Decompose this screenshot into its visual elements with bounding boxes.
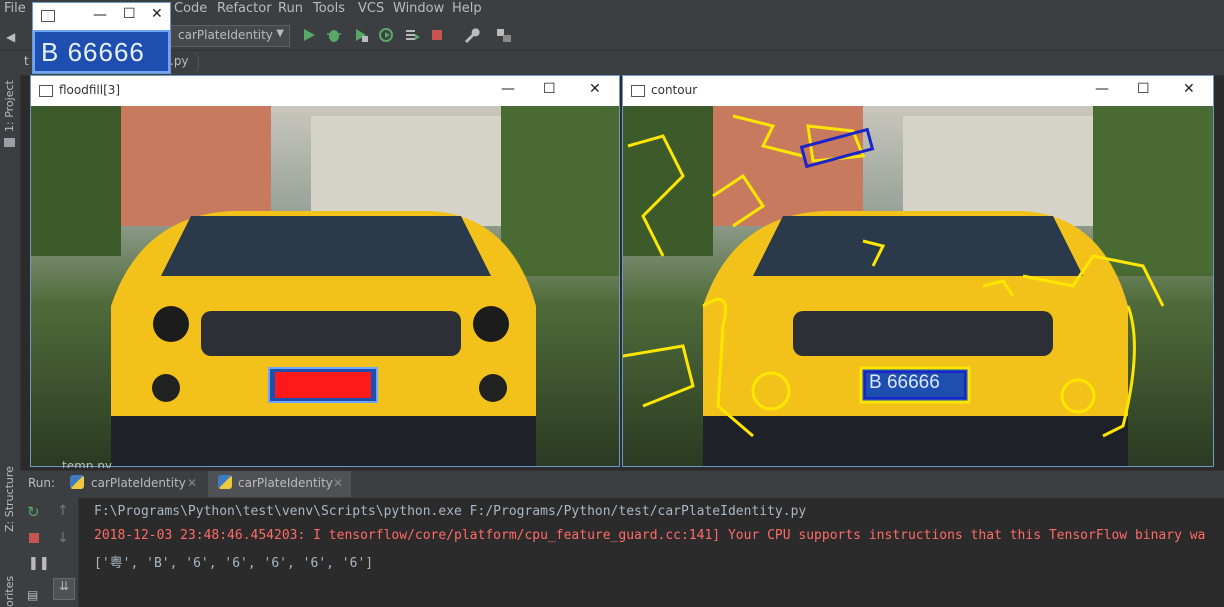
profile-icon[interactable] [377, 26, 395, 44]
floodfill-title: floodfill[3] [59, 83, 121, 97]
run-config-select[interactable]: carPlateIdentity ▼ [170, 25, 290, 47]
close-icon[interactable]: ✕ [589, 81, 601, 97]
maximize-icon[interactable]: ☐ [543, 81, 556, 97]
minimize-icon[interactable]: — [501, 81, 515, 97]
maximize-icon[interactable]: ☐ [1137, 81, 1150, 97]
contour-image: B 66666 [623, 106, 1213, 466]
floodfill-mask [275, 372, 371, 398]
run-tab-1[interactable]: carPlateIdentity [91, 476, 186, 490]
window-icon [631, 85, 645, 97]
behind-window-text: temp.py [62, 460, 112, 468]
console-line-warning: 2018-12-03 23:48:46.454203: I tensorflow… [94, 528, 1206, 543]
menu-tools[interactable]: Tools [313, 1, 345, 16]
menu-code[interactable]: Code [174, 1, 207, 16]
plate-text: B 66666 [41, 37, 145, 67]
minimize-icon[interactable]: — [93, 7, 107, 23]
python-icon [70, 475, 84, 489]
rerun-icon[interactable]: ↻ [27, 503, 40, 521]
menu-bar: File Code Refactor Run Tools VCS Window … [0, 0, 1224, 20]
menu-file[interactable]: File [4, 1, 26, 16]
close-icon[interactable]: ✕ [187, 476, 197, 490]
menu-refactor[interactable]: Refactor [217, 1, 272, 16]
contour-photo [623, 106, 1213, 466]
menu-run[interactable]: Run [278, 1, 303, 16]
favorites-tool-tab[interactable]: orites [3, 576, 16, 607]
menu-help[interactable]: Help [452, 1, 482, 16]
stop-icon[interactable] [29, 533, 39, 543]
plate-window-titlebar[interactable]: — ☐ ✕ [33, 3, 170, 29]
close-icon[interactable]: ✕ [333, 476, 343, 490]
console-line-command: F:\Programs\Python\test\venv\Scripts\pyt… [94, 504, 807, 519]
floodfill-image [31, 106, 619, 466]
python-icon [218, 475, 232, 489]
menu-window[interactable]: Window [393, 1, 444, 16]
minimize-icon[interactable]: — [1095, 81, 1109, 97]
folder-icon [4, 138, 15, 147]
editor-tab[interactable]: .py [170, 54, 189, 68]
contour-title: contour [651, 83, 698, 97]
wrench-icon[interactable] [462, 26, 480, 44]
window-icon [39, 85, 53, 97]
arrow-up-icon[interactable]: ↑ [57, 503, 69, 519]
plate-window[interactable]: — ☐ ✕ B 66666 [32, 2, 171, 74]
run-tab-2[interactable]: carPlateIdentity [238, 476, 333, 490]
coverage-icon[interactable] [352, 26, 370, 44]
run-panel-header [20, 470, 1224, 499]
contour-window[interactable]: contour — ☐ ✕ B 66666 [622, 75, 1214, 467]
close-icon[interactable]: ✕ [1183, 81, 1195, 97]
contour-plate-text: B 66666 [869, 372, 940, 393]
sdk-icon[interactable] [495, 26, 513, 44]
back-icon[interactable]: ◀ [6, 30, 15, 44]
run-panel-label: Run: [28, 476, 56, 490]
maximize-icon[interactable]: ☐ [123, 6, 136, 22]
contour-titlebar[interactable]: contour — ☐ ✕ [623, 76, 1213, 106]
console-line-result: ['粤', 'B', '6', '6', '6', '6', '6'] [94, 556, 374, 571]
plate-image: B 66666 [33, 30, 170, 73]
window-icon [41, 10, 55, 22]
project-tool-tab[interactable]: 1: Project [3, 80, 16, 132]
floodfill-window[interactable]: floodfill[3] — ☐ ✕ [30, 75, 620, 467]
run-icon[interactable] [300, 26, 318, 44]
chevron-down-icon: ▼ [276, 28, 284, 39]
close-icon[interactable]: ✕ [151, 6, 163, 22]
structure-tool-tab[interactable]: Z: Structure [3, 466, 16, 532]
pause-icon[interactable]: ❚❚ [28, 556, 50, 571]
debug-icon[interactable] [325, 26, 343, 44]
run-config-label: carPlateIdentity [178, 28, 273, 42]
floodfill-titlebar[interactable]: floodfill[3] — ☐ ✕ [31, 76, 619, 106]
soft-wrap-icon[interactable]: ⇊ [53, 578, 75, 600]
nav-prefix: t [24, 54, 29, 68]
arrow-down-icon[interactable]: ↓ [57, 530, 69, 546]
concurrency-icon[interactable] [403, 26, 421, 44]
car-photo [31, 106, 619, 466]
stop-icon[interactable] [428, 26, 446, 44]
layout-icon[interactable]: ▤ [27, 588, 38, 602]
menu-vcs[interactable]: VCS [358, 1, 384, 16]
